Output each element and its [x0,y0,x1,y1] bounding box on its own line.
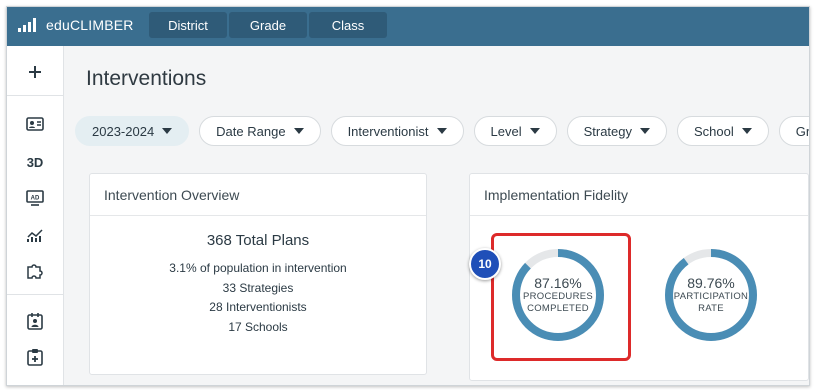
metric-label: RATE [698,303,724,314]
participation-rate-donut[interactable]: 89.76% PARTICIPATION RATE [661,245,761,345]
intervention-overview-card: Intervention Overview 368 Total Plans 3.… [89,173,427,375]
stat-line: 28 Interventionists [209,300,307,314]
stat-line: 17 Schools [228,319,288,334]
caret-down-icon [741,128,752,134]
tab-district[interactable]: District [149,12,227,38]
metric-label: PARTICIPATION [673,291,749,302]
tab-class[interactable]: Class [309,12,387,38]
tab-grade[interactable]: Grade [229,12,307,38]
student-card-icon[interactable] [7,114,63,134]
card-title: Intervention Overview [90,174,426,216]
metric-value: 89.76% [687,275,735,291]
filter-level[interactable]: Level [473,116,557,146]
clipboard-plus-icon[interactable] [7,347,63,367]
ad-screen-icon[interactable]: AD [7,188,63,208]
caret-down-icon [162,128,173,134]
filter-label: Strategy [583,123,632,139]
level-tabs: District Grade Class [149,12,389,38]
total-plans: 368 Total Plans [206,232,310,249]
overview-stats: 368 Total Plans 3.1% of population in in… [90,232,426,337]
filter-bar: 2023-2024 Date Range Interventionist Lev… [75,116,810,146]
step-number-badge: 10 [469,248,501,280]
filter-date-range[interactable]: Date Range [199,116,321,146]
sidebar: 3D AD [7,46,64,385]
stat-line: 3.1% of population in intervention [169,261,347,275]
app-window: eduCLIMBER District Grade Class 3D AD In… [6,6,810,386]
top-navbar: eduCLIMBER District Grade Class [7,7,809,46]
filter-grade[interactable]: Grade [778,116,810,146]
filter-label: Level [490,123,522,139]
app-name: eduCLIMBER [46,17,134,33]
filter-school[interactable]: School [677,116,769,146]
filter-strategy[interactable]: Strategy [566,116,667,146]
calendar-person-icon[interactable] [7,311,63,331]
logo-bars-icon [18,18,38,32]
filter-label: School [694,123,734,139]
filter-label: Date Range [216,123,286,139]
sidebar-divider [7,95,63,96]
caret-down-icon [529,128,540,134]
filter-interventionist[interactable]: Interventionist [330,116,464,146]
filter-label: 2023-2024 [92,123,155,139]
filter-label: Interventionist [347,123,429,139]
svg-text:AD: AD [31,196,40,202]
card-title: Implementation Fidelity [470,174,808,216]
puzzle-icon[interactable] [7,261,63,281]
caret-down-icon [436,128,447,134]
stat-line: 33 Strategies [222,280,294,295]
page-title: Interventions [86,67,207,90]
caret-down-icon [640,128,650,134]
sidebar-divider [7,294,63,295]
plus-icon[interactable] [7,60,63,84]
app-logo[interactable]: eduCLIMBER [18,17,134,33]
filter-label: Grade [795,123,810,139]
highlight-box [491,233,631,361]
analytics-chart-icon[interactable] [7,225,63,245]
donut-label: 89.76% PARTICIPATION RATE [661,245,761,345]
filter-school-year[interactable]: 2023-2024 [75,116,190,146]
sidebar-item-3d[interactable]: 3D [7,152,63,172]
caret-down-icon [293,128,304,134]
